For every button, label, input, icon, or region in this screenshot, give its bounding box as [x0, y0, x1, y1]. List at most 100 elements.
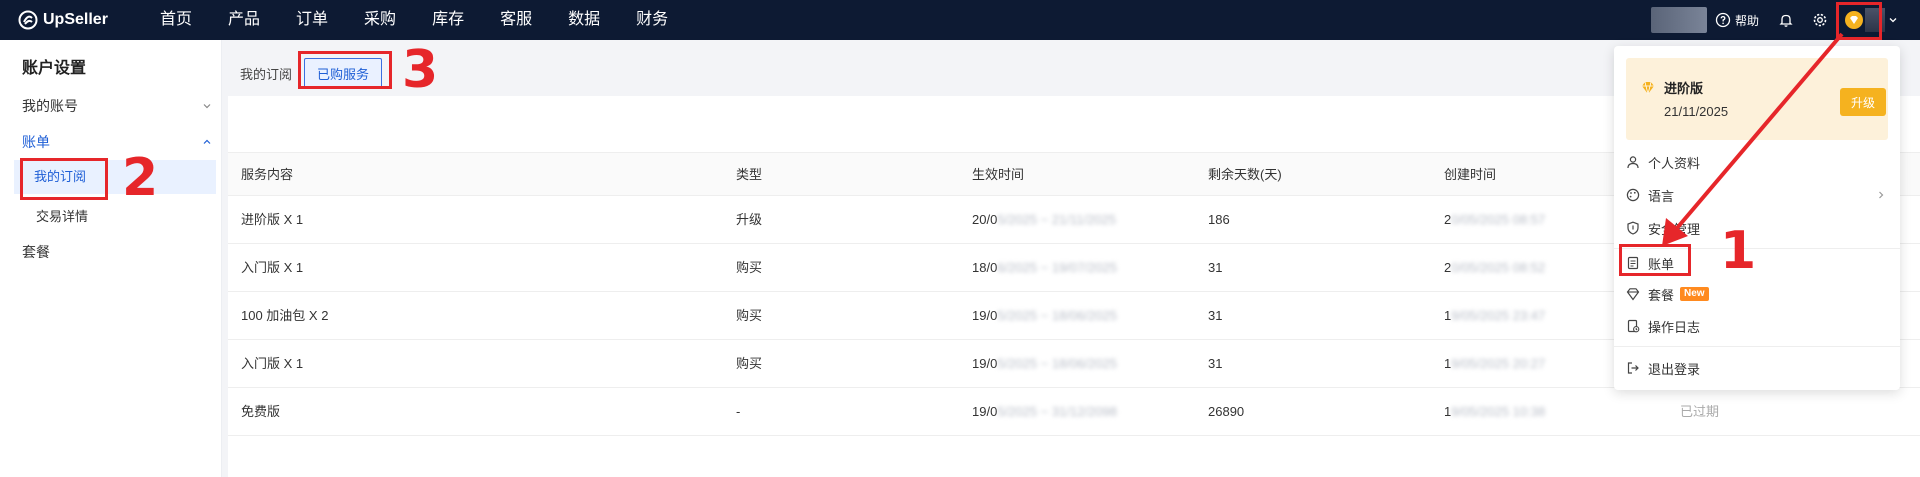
- shop-selector[interactable]: [1650, 7, 1707, 33]
- menu-item-language[interactable]: 语言: [1626, 183, 1888, 207]
- cell-remaining-days: 31: [1208, 308, 1223, 323]
- cell-remaining-days: 186: [1208, 212, 1230, 227]
- column-header-type: 类型: [736, 167, 763, 182]
- annotation-number-1: 1: [1720, 221, 1757, 281]
- sidebar-item-billing[interactable]: 账单: [22, 132, 212, 152]
- sidebar-item-package[interactable]: 套餐: [22, 242, 212, 262]
- user-icon: [1627, 156, 1639, 169]
- diamond-icon: [1642, 81, 1654, 95]
- sidebar-item-label: 账单: [22, 134, 50, 150]
- gear-icon: [1813, 13, 1827, 27]
- brand-logo[interactable]: UpSeller: [18, 10, 128, 30]
- column-header-service: 服务内容: [241, 167, 294, 182]
- cell-service: 入门版 X 1: [241, 260, 304, 275]
- nav-item-purchase[interactable]: 采购: [364, 0, 396, 40]
- menu-item-label: 语言: [1648, 188, 1675, 204]
- log-icon: [1627, 319, 1640, 333]
- menu-item-operation-log[interactable]: 操作日志: [1626, 314, 1888, 338]
- nav-item-products[interactable]: 产品: [228, 0, 260, 40]
- upseller-logo-icon: [18, 10, 38, 30]
- menu-item-security[interactable]: 安全管理: [1626, 216, 1888, 240]
- menu-divider: [1614, 346, 1900, 347]
- annotation-box-account-menu: [1836, 2, 1882, 40]
- cell-created: 19/05/2025 23:47: [1444, 292, 1545, 340]
- chevron-down-icon: [1889, 18, 1897, 23]
- help-button[interactable]: 帮助: [1715, 12, 1759, 29]
- shield-icon: [1627, 221, 1639, 235]
- nav-item-inventory[interactable]: 库存: [432, 0, 464, 40]
- nav-item-home[interactable]: 首页: [160, 0, 192, 40]
- cell-period-visible: 18/0: [972, 260, 998, 275]
- brand-name: UpSeller: [43, 11, 108, 28]
- cell-type: -: [736, 404, 741, 419]
- menu-item-label: 退出登录: [1648, 361, 1701, 377]
- tab-my-subscription[interactable]: 我的订阅: [240, 64, 292, 83]
- sidebar-item-label: 我的账号: [22, 98, 78, 114]
- cell-service: 免费版: [241, 404, 281, 419]
- chevron-right-icon: [1879, 191, 1884, 199]
- chevron-up-icon: [203, 139, 211, 144]
- bell-icon: [1779, 14, 1793, 27]
- cell-created: 19/05/2025 20:27: [1444, 340, 1545, 388]
- plan-expiry-date: 21/11/2025: [1664, 104, 1729, 119]
- cell-status: 已过期: [1680, 404, 1720, 419]
- nav-item-customer-service[interactable]: 客服: [500, 0, 532, 40]
- cell-period-blurred: 5/2025 ~ 31/12/2098: [997, 404, 1117, 419]
- cell-service: 入门版 X 1: [241, 356, 304, 371]
- cell-created-blurred: 9/05/2025 23:47: [1451, 308, 1546, 323]
- help-label: 帮助: [1734, 13, 1759, 28]
- upgrade-button[interactable]: 升级: [1840, 88, 1886, 116]
- cell-period-blurred: 5/2025 ~ 18/06/2025: [997, 356, 1117, 371]
- annotation-box-purchased-services: [298, 51, 392, 89]
- cell-created-blurred: 9/05/2025 10:38: [1451, 404, 1546, 419]
- cell-type: 购买: [736, 260, 763, 275]
- cell-period: 19/05/2025 ~ 31/12/2098: [972, 388, 1117, 436]
- cell-created: 20/05/2025 08:52: [1444, 244, 1545, 292]
- notification-button[interactable]: [1777, 11, 1795, 29]
- cell-created-blurred: 9/05/2025 20:27: [1451, 356, 1546, 371]
- sidebar-item-label: 套餐: [22, 244, 50, 260]
- nav-item-finance[interactable]: 财务: [636, 0, 668, 40]
- menu-item-package[interactable]: 套餐 New: [1626, 282, 1888, 306]
- cell-period-blurred: 5/2025 ~ 21/11/2025: [997, 212, 1116, 227]
- menu-item-label: 安全管理: [1648, 221, 1701, 237]
- menu-item-profile[interactable]: 个人资料: [1626, 150, 1888, 174]
- menu-item-label: 套餐: [1648, 287, 1675, 303]
- sidebar-item-transaction-details[interactable]: 交易详情: [36, 206, 88, 225]
- cell-period: 20/05/2025 ~ 21/11/2025: [972, 196, 1116, 244]
- account-dropdown-menu: 进阶版 21/11/2025 升级 个人资料 语言 安全管理 账单 套餐 New…: [1614, 46, 1900, 390]
- cell-type: 升级: [736, 212, 763, 227]
- diamond-icon: [1626, 288, 1640, 301]
- cell-type: 购买: [736, 356, 763, 371]
- nav-item-data[interactable]: 数据: [568, 0, 600, 40]
- account-settings-sidebar: 账户设置 我的账号 账单 我的订阅 交易详情 套餐: [0, 40, 222, 477]
- column-header-remaining-days: 剩余天数(天): [1208, 167, 1282, 182]
- menu-item-logout[interactable]: 退出登录: [1626, 356, 1888, 380]
- cell-period: 18/06/2025 ~ 19/07/2025: [972, 244, 1117, 292]
- main-nav: 首页 产品 订单 采购 库存 客服 数据 财务: [160, 0, 704, 40]
- cell-remaining-days: 31: [1208, 260, 1223, 275]
- question-circle-icon: [1715, 12, 1731, 28]
- top-navigation-bar: UpSeller 首页 产品 订单 采购 库存 客服 数据 财务 帮助: [0, 0, 1920, 40]
- cell-created-blurred: 0/05/2025 08:57: [1451, 212, 1546, 227]
- current-plan-card: 进阶版 21/11/2025 升级: [1626, 58, 1888, 140]
- cell-period: 19/05/2025 ~ 18/06/2025: [972, 292, 1117, 340]
- cell-period-blurred: 6/2025 ~ 19/07/2025: [997, 260, 1117, 275]
- cell-period-visible: 19/0: [972, 308, 998, 323]
- new-badge: New: [1680, 287, 1709, 301]
- cell-created-blurred: 0/05/2025 08:52: [1451, 260, 1546, 275]
- cell-remaining-days: 26890: [1208, 404, 1245, 419]
- sidebar-item-my-account[interactable]: 我的账号: [22, 96, 212, 116]
- annotation-box-my-subscription: [20, 158, 108, 200]
- cell-period: 19/05/2025 ~ 18/06/2025: [972, 340, 1117, 388]
- cell-period-visible: 19/0: [972, 356, 998, 371]
- plan-name: 进阶版: [1664, 81, 1704, 96]
- logout-icon: [1627, 362, 1639, 374]
- column-header-effective-period: 生效时间: [972, 167, 1025, 182]
- annotation-number-3: 3: [402, 40, 439, 100]
- nav-item-orders[interactable]: 订单: [296, 0, 328, 40]
- cell-remaining-days: 31: [1208, 356, 1223, 371]
- palette-icon: [1626, 188, 1640, 202]
- table-row: 免费版 - 19/05/2025 ~ 31/12/2098 26890 19/0…: [228, 388, 1920, 436]
- settings-button[interactable]: [1811, 11, 1829, 29]
